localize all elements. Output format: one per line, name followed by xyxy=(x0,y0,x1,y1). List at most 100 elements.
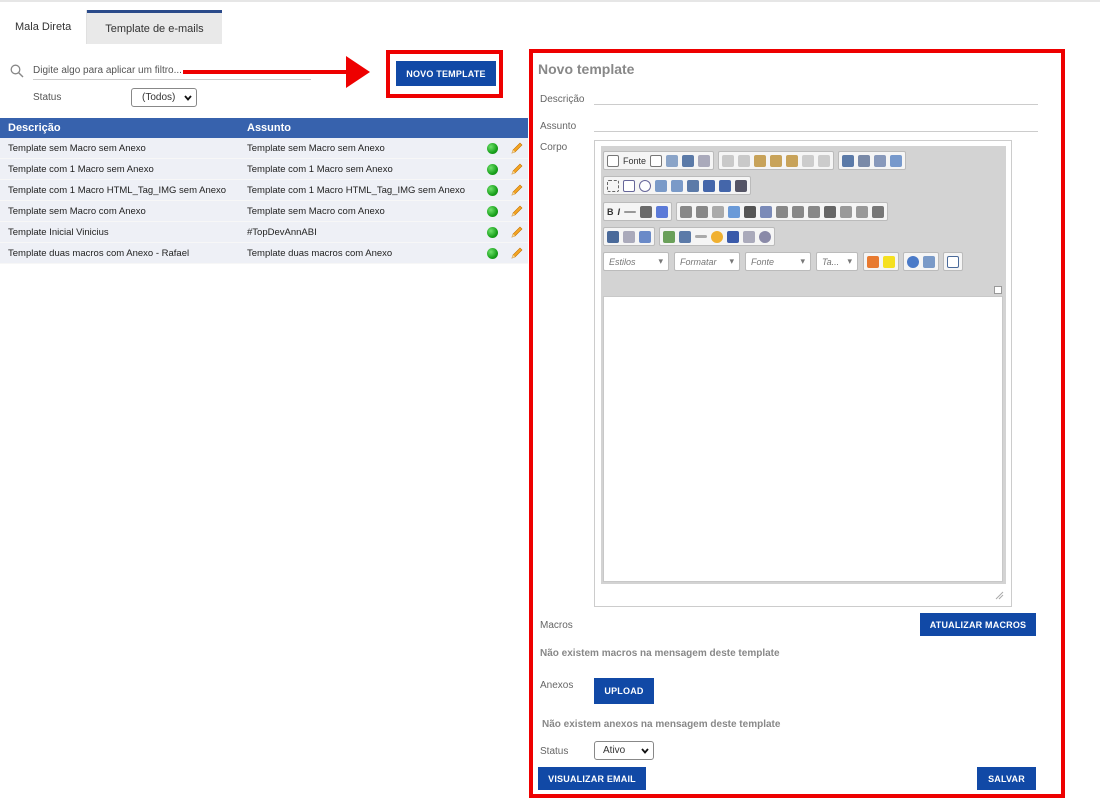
redo-icon[interactable] xyxy=(818,154,831,167)
format-combo[interactable]: Formatar ▾ xyxy=(674,252,740,271)
update-macros-button[interactable]: ATUALIZAR MACROS xyxy=(920,613,1036,636)
table-row[interactable]: Template sem Macro sem Anexo Template sem… xyxy=(0,138,528,159)
help-icon[interactable] xyxy=(947,255,959,268)
collapse-toolbar-icon[interactable] xyxy=(994,286,1002,294)
show-blocks-icon[interactable] xyxy=(923,255,935,268)
new-template-button[interactable]: NOVO TEMPLATE xyxy=(396,61,496,86)
tab-bar: Mala Direta Template de e-mails xyxy=(0,10,222,44)
text-color-icon[interactable] xyxy=(867,255,879,268)
image-icon[interactable] xyxy=(663,230,675,243)
background-color-icon[interactable] xyxy=(883,255,895,268)
button-field-icon[interactable] xyxy=(703,179,715,192)
size-combo[interactable]: Ta... ▾ xyxy=(816,252,858,271)
table-row[interactable]: Template com 1 Macro sem Anexo Template c… xyxy=(0,159,528,180)
copy-icon[interactable] xyxy=(738,154,751,167)
styles-combo[interactable]: Estilos ▾ xyxy=(603,252,669,271)
div-container-icon[interactable] xyxy=(760,205,773,218)
caret-icon: ▾ xyxy=(658,256,663,266)
hidden-field-icon[interactable] xyxy=(735,179,747,192)
eraser-icon[interactable] xyxy=(656,205,669,218)
ltr-icon[interactable] xyxy=(840,205,853,218)
print-icon[interactable] xyxy=(682,154,695,167)
table-row[interactable]: Template Inicial Vinicius #TopDevAnnABI xyxy=(0,222,528,243)
toolbar-group-basic-styles: B I xyxy=(603,202,673,221)
numbered-list-icon[interactable] xyxy=(680,205,693,218)
descricao-input[interactable] xyxy=(594,89,1038,105)
justify-icon[interactable] xyxy=(824,205,837,218)
toolbar-group-tools xyxy=(903,252,939,271)
bulleted-list-icon[interactable] xyxy=(696,205,709,218)
tab-template-emails[interactable]: Template de e-mails xyxy=(87,10,222,44)
outdent-icon[interactable] xyxy=(712,205,725,218)
form-icon[interactable] xyxy=(607,179,619,192)
templates-icon[interactable] xyxy=(698,154,711,167)
radio-icon[interactable] xyxy=(639,179,651,192)
remove-format-icon[interactable] xyxy=(640,205,653,218)
editor-content-area[interactable] xyxy=(603,296,1003,582)
tab-mala-direta[interactable]: Mala Direta xyxy=(0,10,88,44)
language-icon[interactable] xyxy=(872,205,885,218)
resize-handle-icon[interactable] xyxy=(994,590,1004,600)
caret-icon: ▾ xyxy=(800,256,805,266)
special-char-icon[interactable] xyxy=(727,230,739,243)
smiley-icon[interactable] xyxy=(711,230,723,243)
checkbox-icon[interactable] xyxy=(623,179,635,192)
edit-pencil-icon[interactable] xyxy=(510,141,524,155)
maximize-icon[interactable] xyxy=(907,255,919,268)
cut-icon[interactable] xyxy=(722,154,735,167)
rtl-icon[interactable] xyxy=(856,205,869,218)
font-combo[interactable]: Fonte ▾ xyxy=(745,252,811,271)
italic-button[interactable]: I xyxy=(618,207,621,217)
strikethrough-icon[interactable] xyxy=(624,210,637,213)
horizontal-line-icon[interactable] xyxy=(695,235,707,238)
paste-icon[interactable] xyxy=(754,154,767,167)
select-field-icon[interactable] xyxy=(687,179,699,192)
image-button-icon[interactable] xyxy=(719,179,731,192)
unlink-icon[interactable] xyxy=(623,230,635,243)
edit-pencil-icon[interactable] xyxy=(510,162,524,176)
textfield-icon[interactable] xyxy=(655,179,667,192)
corpo-label: Corpo xyxy=(540,142,568,153)
table-icon[interactable] xyxy=(679,230,691,243)
align-right-icon[interactable] xyxy=(808,205,821,218)
select-all-icon[interactable] xyxy=(874,154,887,167)
table-row[interactable]: Template duas macros com Anexo - Rafael T… xyxy=(0,243,528,264)
status-active-icon xyxy=(487,142,498,154)
indent-icon[interactable] xyxy=(728,205,741,218)
iframe-icon[interactable] xyxy=(759,230,771,243)
source-button-label[interactable]: Fonte xyxy=(623,156,646,166)
save-button[interactable]: SALVAR xyxy=(977,767,1036,790)
preview-email-button[interactable]: VISUALIZAR EMAIL xyxy=(538,767,646,790)
status-filter-select[interactable]: (Todos) xyxy=(131,88,197,107)
new-page-icon[interactable] xyxy=(650,154,663,167)
edit-pencil-icon[interactable] xyxy=(510,225,524,239)
align-center-icon[interactable] xyxy=(792,205,805,218)
edit-pencil-icon[interactable] xyxy=(510,246,524,260)
cell-descricao: Template Inicial Vinicius xyxy=(8,226,109,238)
textarea-icon[interactable] xyxy=(671,179,683,192)
assunto-input[interactable] xyxy=(594,116,1038,132)
paste-text-icon[interactable] xyxy=(770,154,783,167)
spellcheck-icon[interactable] xyxy=(890,154,903,167)
anchor-icon[interactable] xyxy=(639,230,651,243)
table-row[interactable]: Template sem Macro com Anexo Template sem… xyxy=(0,201,528,222)
page-break-icon[interactable] xyxy=(743,230,755,243)
replace-icon[interactable] xyxy=(858,154,871,167)
link-icon[interactable] xyxy=(607,230,619,243)
bold-button[interactable]: B xyxy=(607,207,614,217)
edit-pencil-icon[interactable] xyxy=(510,204,524,218)
status-active-icon xyxy=(487,226,498,238)
blockquote-icon[interactable] xyxy=(744,205,757,218)
edit-pencil-icon[interactable] xyxy=(510,183,524,197)
source-icon[interactable] xyxy=(607,154,619,167)
find-icon[interactable] xyxy=(842,154,855,167)
toolbar-row-1: Fonte xyxy=(603,151,910,170)
status-select[interactable]: Ativo xyxy=(594,741,654,760)
assunto-label: Assunto xyxy=(540,121,577,132)
paste-word-icon[interactable] xyxy=(786,154,799,167)
upload-button[interactable]: UPLOAD xyxy=(594,678,654,704)
table-row[interactable]: Template com 1 Macro HTML_Tag_IMG sem An… xyxy=(0,180,528,201)
undo-icon[interactable] xyxy=(802,154,815,167)
align-left-icon[interactable] xyxy=(776,205,789,218)
preview-icon[interactable] xyxy=(666,154,679,167)
